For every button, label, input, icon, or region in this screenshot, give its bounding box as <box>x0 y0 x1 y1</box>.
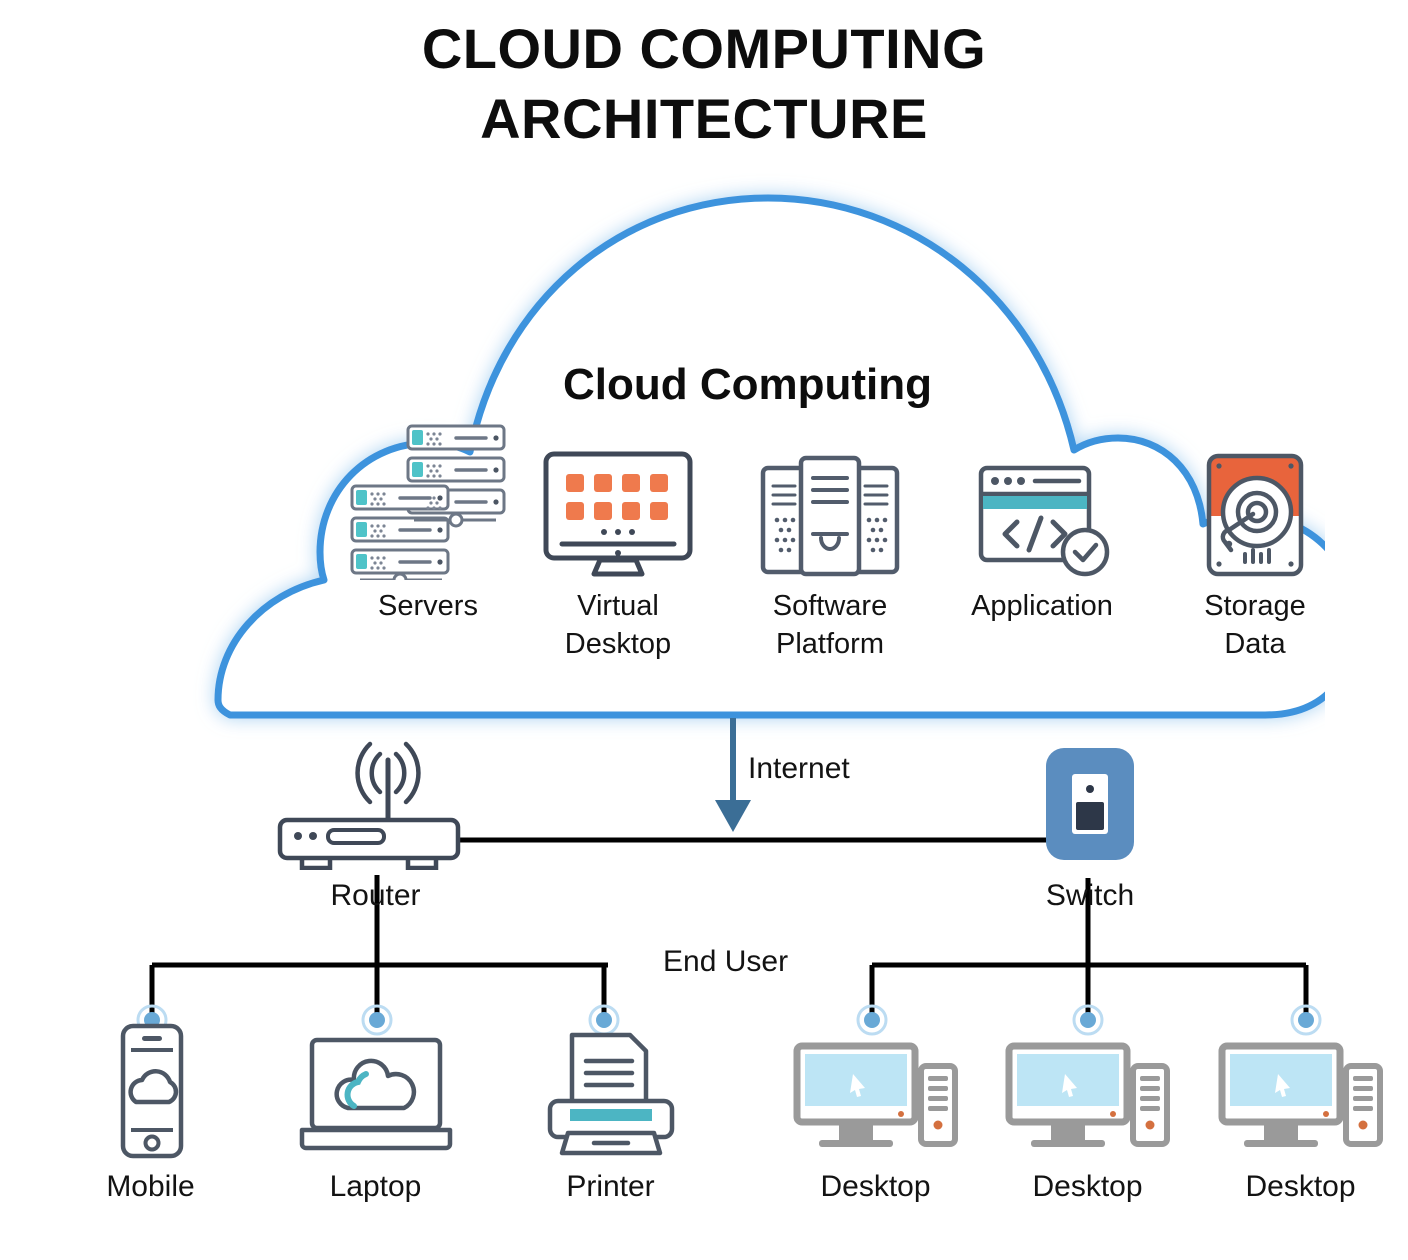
network-switch-icon <box>1046 748 1134 860</box>
title-line-1: CLOUD COMPUTING <box>421 17 987 80</box>
laptop-icon <box>288 1020 463 1160</box>
cloud-service-label-line1: Storage <box>1204 590 1306 622</box>
page-title: CLOUD COMPUTING ARCHITECTURE <box>0 14 1408 154</box>
cloud-service-virtual-desktop[interactable]: Virtual Desktop <box>518 450 718 663</box>
router-label: Router <box>330 879 421 912</box>
cloud-service-label-line2: Data <box>1224 627 1286 660</box>
mobile-phone-icon <box>63 1020 238 1160</box>
cloud-service-application[interactable]: Application <box>942 450 1142 626</box>
application-code-icon <box>942 450 1142 580</box>
cloud-service-label: Virtual Desktop <box>518 588 718 663</box>
switch-label: Switch <box>1045 879 1135 912</box>
device-desktop-1[interactable]: Desktop <box>788 1020 963 1204</box>
title-line-2: ARCHITECTURE <box>480 87 928 150</box>
device-label: Printer <box>566 1170 655 1203</box>
cloud-service-label-line2: Platform <box>776 627 884 660</box>
cloud-service-label-line1: Virtual <box>577 590 659 622</box>
desktop-computer-icon <box>788 1020 963 1160</box>
device-printer[interactable]: Printer <box>523 1020 698 1204</box>
cloud-service-label: Application <box>971 590 1113 622</box>
cloud-service-label-line1: Software <box>772 590 888 622</box>
switch-node[interactable]: Switch <box>1000 740 1180 913</box>
internet-arrow <box>715 718 751 832</box>
internet-label: Internet <box>748 752 850 785</box>
device-label: Desktop <box>1245 1170 1356 1203</box>
device-mobile[interactable]: Mobile <box>63 1020 238 1204</box>
cloud-service-label-line2: Desktop <box>564 627 672 660</box>
desktop-computer-icon <box>1213 1020 1388 1160</box>
cloud-service-label: Storage Data <box>1155 588 1355 663</box>
device-desktop-2[interactable]: Desktop <box>1000 1020 1175 1204</box>
device-desktop-3[interactable]: Desktop <box>1213 1020 1388 1204</box>
device-label: Laptop <box>329 1170 422 1203</box>
cloud-service-label: Software Platform <box>730 588 930 663</box>
printer-icon <box>523 1020 698 1160</box>
cloud-service-label: Servers <box>378 590 478 622</box>
cloud-service-servers[interactable]: Servers <box>328 424 528 626</box>
router-icon <box>277 741 461 871</box>
cloud-container: Cloud Computing Servers Virtual Desktop … <box>170 170 1325 740</box>
cloud-service-storage-data[interactable]: Storage Data <box>1155 450 1355 663</box>
virtual-desktop-icon <box>518 450 718 580</box>
device-laptop[interactable]: Laptop <box>288 1020 463 1204</box>
device-label: Desktop <box>1032 1170 1143 1203</box>
cloud-heading: Cloud Computing <box>562 360 932 409</box>
cloud-service-software-platform[interactable]: Software Platform <box>730 450 930 663</box>
desktop-computer-icon <box>1000 1020 1175 1160</box>
end-user-label: End User <box>663 945 789 978</box>
software-platform-icon <box>730 450 930 580</box>
device-label: Desktop <box>820 1170 931 1203</box>
servers-icon <box>328 424 528 580</box>
storage-disk-icon <box>1155 450 1355 580</box>
device-label: Mobile <box>106 1170 195 1203</box>
network-diagram: Internet End User Router Switch Mobile L… <box>0 700 1408 1260</box>
router-node[interactable]: Router <box>268 730 483 913</box>
